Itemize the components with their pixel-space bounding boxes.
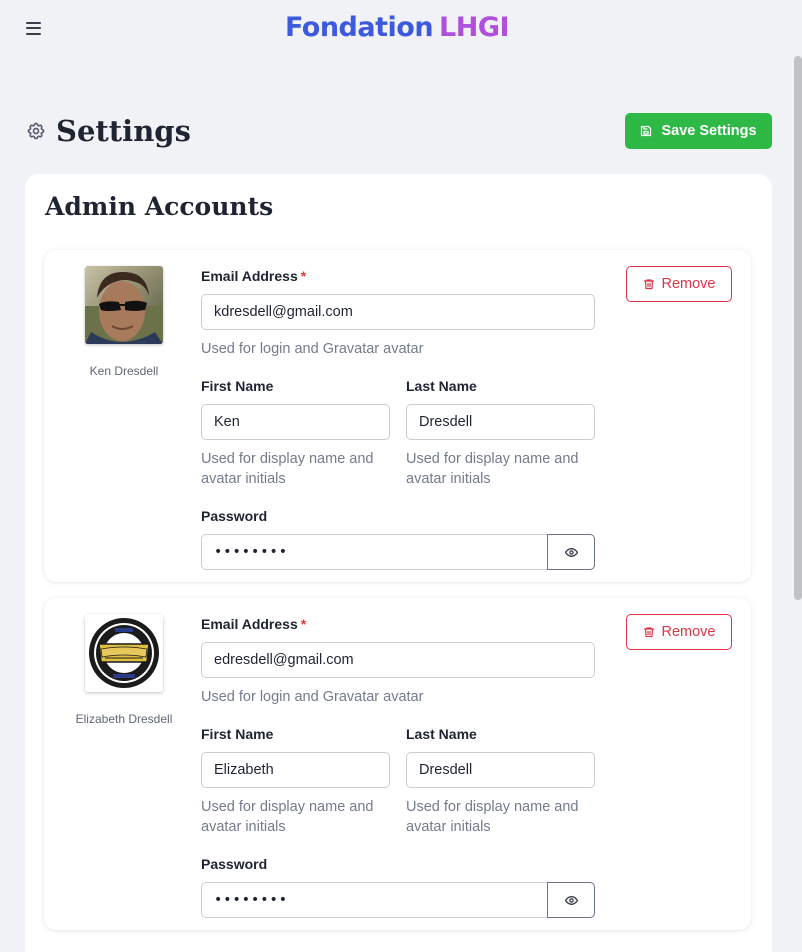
gear-icon (27, 122, 45, 140)
page-title: Settings (56, 114, 191, 148)
last-name-hint: Used for display name and avatar initial… (406, 451, 579, 487)
last-name-field[interactable] (406, 752, 595, 788)
password-label: Password (201, 856, 268, 872)
email-hint: Used for login and Gravatar avatar (201, 341, 424, 357)
password-field[interactable] (201, 882, 547, 918)
trash-icon (643, 627, 654, 638)
brand-name-part1: Fondation (284, 12, 434, 43)
top-bar: Fondation LHGI (0, 0, 794, 58)
last-name-field[interactable] (406, 404, 595, 440)
floppy-disk-icon (641, 125, 652, 137)
account-form: Email Address* Used for login and Gravat… (201, 614, 595, 918)
avatar-display-name: Elizabeth Dresdell (75, 712, 173, 726)
first-name-label: First Name (201, 726, 274, 742)
profile-photo-icon (85, 266, 163, 344)
save-settings-label: Save Settings (661, 123, 757, 139)
scrollbar-thumb[interactable] (794, 56, 802, 600)
last-name-hint: Used for display name and avatar initial… (406, 799, 579, 835)
first-name-field[interactable] (201, 752, 390, 788)
admin-accounts-card: Admin Accounts Ken Dresdell Email Addres… (25, 174, 772, 952)
remove-label: Remove (661, 624, 716, 640)
section-title: Admin Accounts (45, 192, 274, 221)
required-marker: * (300, 268, 307, 284)
email-hint: Used for login and Gravatar avatar (201, 689, 424, 705)
email-label: Email Address * (201, 616, 307, 632)
password-field[interactable] (201, 534, 547, 570)
first-name-field[interactable] (201, 404, 390, 440)
page-header: Settings Save Settings (26, 113, 772, 149)
toggle-password-button[interactable] (547, 534, 595, 570)
password-label: Password (201, 508, 268, 524)
brand-name-part2: LHGI (439, 12, 510, 43)
last-name-label: Last Name (406, 378, 477, 394)
eye-icon (564, 547, 578, 557)
brand-logo[interactable]: Fondation LHGI (284, 12, 510, 43)
email-field[interactable] (201, 294, 595, 330)
avatar (85, 614, 163, 692)
email-field[interactable] (201, 642, 595, 678)
page-scrollbar[interactable] (794, 0, 802, 952)
remove-account-button[interactable]: Remove (626, 614, 732, 650)
hamburger-menu-icon[interactable] (26, 18, 46, 38)
eye-icon (564, 895, 578, 905)
save-settings-button[interactable]: Save Settings (625, 113, 772, 149)
toggle-password-button[interactable] (547, 882, 595, 918)
first-name-hint: Used for display name and avatar initial… (201, 451, 374, 487)
remove-account-button[interactable]: Remove (626, 266, 732, 302)
admin-account-card: Ken Dresdell Email Address* Used for log… (44, 250, 751, 582)
fondation-logo-icon (85, 614, 163, 692)
avatar (85, 266, 163, 344)
required-marker: * (300, 616, 307, 632)
avatar-display-name: Ken Dresdell (89, 364, 159, 378)
first-name-hint: Used for display name and avatar initial… (201, 799, 374, 835)
account-form: Email Address* Used for login and Gravat… (201, 266, 595, 570)
email-label: Email Address * (201, 268, 307, 284)
remove-label: Remove (661, 276, 716, 292)
last-name-label: Last Name (406, 726, 477, 742)
admin-account-card: Elizabeth Dresdell Email Address* Used f… (44, 598, 751, 930)
first-name-label: First Name (201, 378, 274, 394)
trash-icon (643, 279, 654, 290)
